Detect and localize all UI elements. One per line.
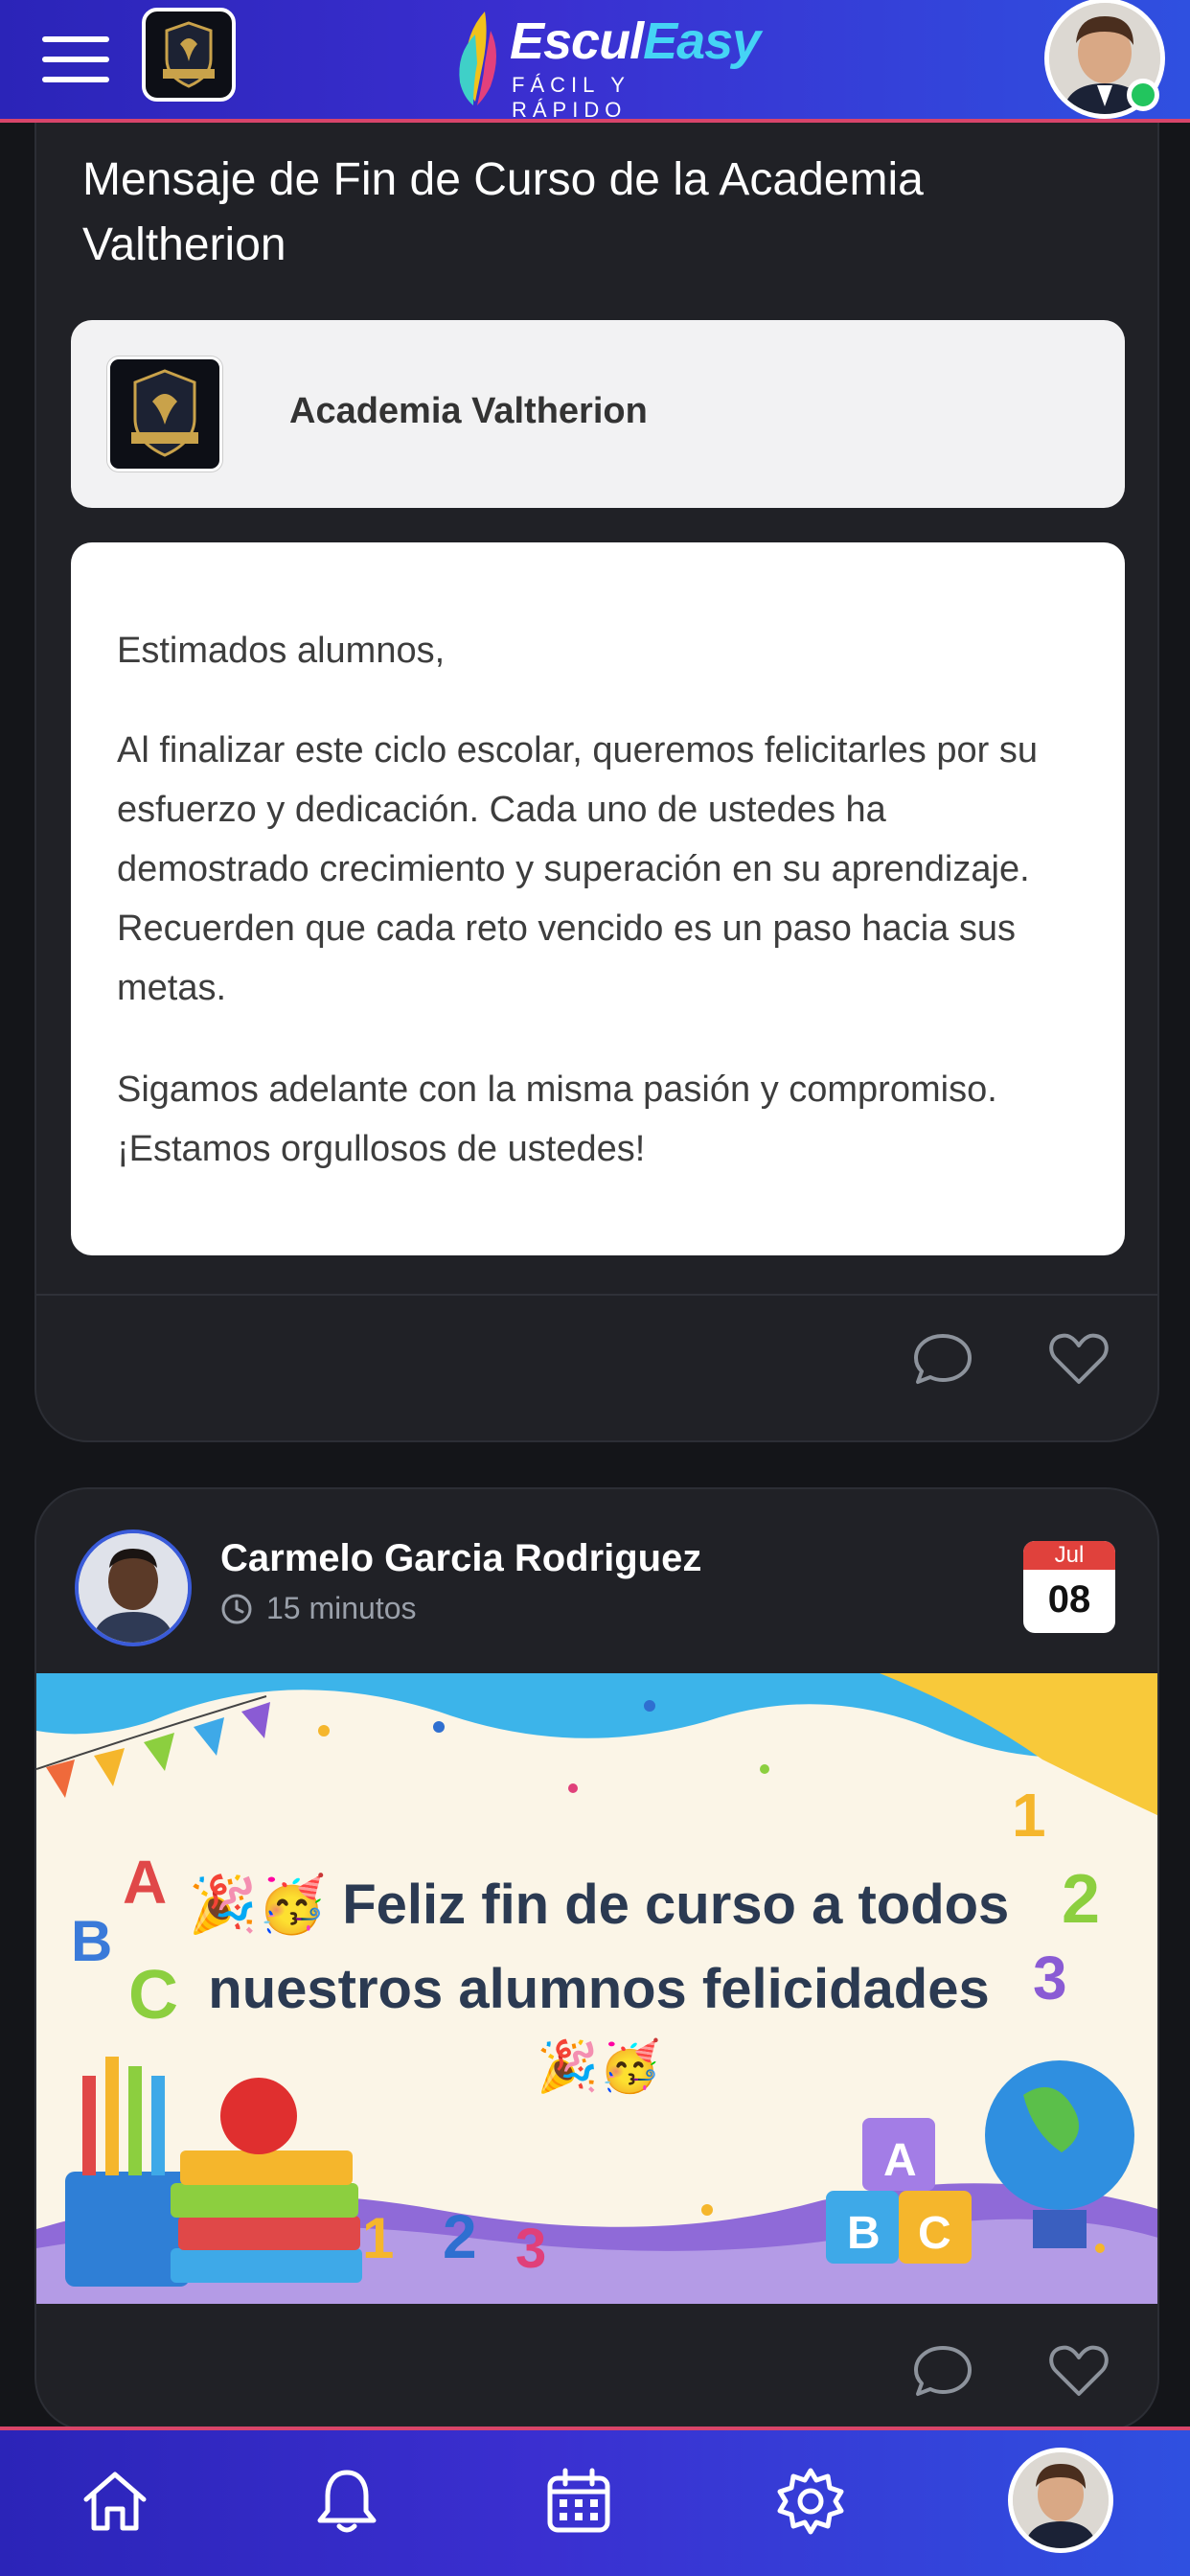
date-badge: Jul 08 [1023, 1541, 1115, 1633]
author-box[interactable]: Academia Valtherion [71, 320, 1125, 508]
svg-text:C: C [918, 2208, 951, 2259]
settings-icon[interactable] [774, 2465, 847, 2538]
profile-avatar[interactable] [1008, 2448, 1113, 2553]
post-card: Carmelo Garcia Rodriguez 15 minutos Jul … [34, 1487, 1159, 2431]
post-title: Mensaje de Fin de Curso de la Academia V… [82, 154, 924, 270]
message-paragraph: Al finalizar este ciclo escolar, queremo… [117, 730, 1038, 1008]
post-time-text: 15 minutos [266, 1591, 417, 1625]
brand-feather-icon [459, 12, 496, 105]
post-card: Mensaje de Fin de Curso de la Academia V… [34, 38, 1159, 1442]
heart-icon[interactable] [1048, 2342, 1110, 2400]
message-paragraph: Sigamos adelante con la misma pasión y c… [117, 1070, 997, 1169]
academy-logo [107, 356, 222, 472]
svg-text:B: B [847, 2208, 881, 2259]
svg-text:1: 1 [1012, 1781, 1046, 1850]
post-image[interactable]: A B C 1 2 3 1 2 3 B C A 🎉🥳 Feliz fin de … [36, 1673, 1157, 2304]
heart-icon[interactable] [1048, 1330, 1110, 1388]
online-status-dot [1127, 79, 1159, 111]
home-icon[interactable] [79, 2465, 151, 2538]
banner-emoji-line: 🎉🥳 [537, 2039, 661, 2095]
date-day: 08 [1047, 1578, 1091, 1621]
post-time: 15 minutos [220, 1591, 417, 1626]
svg-text:1: 1 [362, 2206, 394, 2270]
banner-line: nuestros alumnos felicidades [208, 1958, 990, 2020]
banner-line: 🎉🥳 Feliz fin de curso a todos [188, 1874, 1010, 1936]
svg-text:2: 2 [443, 2202, 477, 2271]
date-month: Jul [1023, 1541, 1115, 1570]
school-logo[interactable] [142, 8, 236, 102]
brand-logo: EsculEasy FÁCIL Y RÁPIDO [446, 6, 761, 122]
comment-icon[interactable] [912, 2342, 973, 2400]
divider [36, 1294, 1157, 1296]
message-greeting: Estimados alumnos, [117, 631, 446, 671]
bell-icon[interactable] [310, 2465, 383, 2538]
svg-text:A: A [883, 2135, 917, 2186]
message-body: Estimados alumnos, Al finalizar este cic… [71, 542, 1125, 1255]
svg-text:3: 3 [515, 2218, 546, 2280]
author-avatar[interactable] [75, 1530, 192, 1646]
brand-tagline: FÁCIL Y RÁPIDO [512, 73, 630, 122]
top-header: EsculEasy FÁCIL Y RÁPIDO [0, 0, 1190, 123]
comment-icon[interactable] [912, 1330, 973, 1388]
author-name: Academia Valtherion [289, 391, 648, 431]
calendar-icon[interactable] [542, 2465, 615, 2538]
brand-name: EsculEasy [510, 12, 761, 70]
post-author-name[interactable]: Carmelo Garcia Rodriguez [220, 1537, 701, 1580]
clock-icon [221, 1594, 252, 1623]
bottom-nav [0, 2426, 1190, 2576]
menu-icon[interactable] [42, 36, 109, 82]
